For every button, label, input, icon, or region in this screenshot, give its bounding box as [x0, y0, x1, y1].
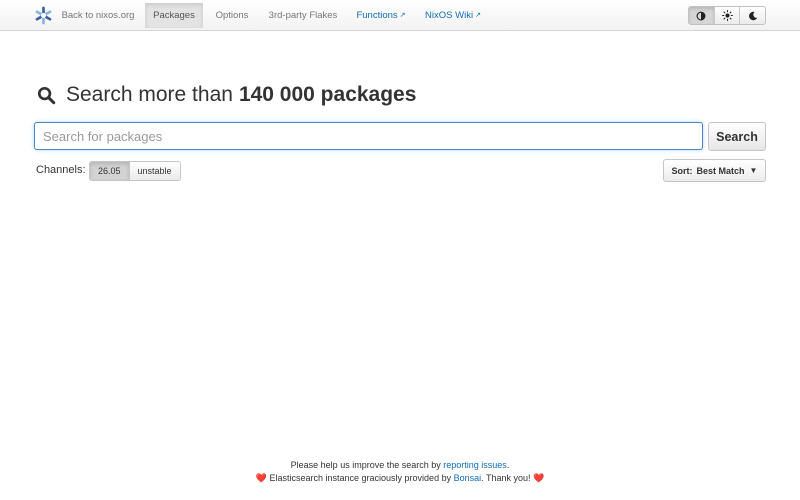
search-heading-text: Search more than [66, 83, 233, 106]
sun-icon [721, 10, 733, 21]
external-link-icon: ↗ [475, 12, 481, 19]
channel-26-05-button[interactable]: 26.05 [90, 162, 129, 180]
functions-link-label: Functions [356, 10, 398, 21]
footer-feedback-text: Please help us improve the search by [290, 460, 441, 470]
theme-switcher [688, 6, 766, 25]
top-navbar: Back to nixos.org Packages Options 3rd-p… [0, 0, 800, 31]
footer-line-feedback: Please help us improve the search by rep… [0, 459, 800, 472]
nixos-wiki-link-label: NixOS Wiki [425, 10, 474, 21]
nixos-logo-icon[interactable] [34, 6, 53, 25]
nixos-wiki-link[interactable]: NixOS Wiki ↗ [420, 3, 486, 28]
moon-icon [748, 11, 757, 20]
heart-icon: ❤️ [533, 473, 545, 483]
reporting-issues-link[interactable]: reporting issues [443, 460, 507, 470]
package-count: 140 000 packages [238, 83, 417, 106]
footer-line-credits: ❤️ Elasticsearch instance graciously pro… [0, 472, 800, 485]
functions-link[interactable]: Functions ↗ [352, 3, 410, 28]
footer-feedback-period: . [506, 460, 510, 470]
footer: Please help us improve the search by rep… [0, 459, 800, 485]
theme-dark-button[interactable] [739, 7, 765, 24]
auto-theme-icon [696, 11, 706, 20]
theme-auto-button[interactable] [689, 7, 714, 24]
search-input[interactable] [34, 122, 703, 150]
channel-unstable-button[interactable]: unstable [128, 162, 180, 180]
sort-label: Sort: [671, 165, 693, 176]
tab-packages[interactable]: Packages [145, 3, 203, 28]
page-title: Search more than 140 000 packages [37, 80, 416, 110]
channels-label: Channels: [36, 164, 86, 176]
footer-credits-thanks: . Thank you! [481, 473, 531, 483]
caret-down-icon: ▼ [749, 166, 758, 175]
footer-credits-text: Elasticsearch instance graciously provid… [269, 473, 452, 483]
heart-icon: ❤️ [255, 473, 267, 483]
theme-light-button[interactable] [713, 7, 740, 24]
back-to-nixos-link[interactable]: Back to nixos.org [56, 3, 140, 28]
search-icon [37, 86, 56, 104]
tab-options[interactable]: Options [208, 3, 256, 28]
bonsai-link[interactable]: Bonsai [454, 473, 482, 483]
search-button[interactable]: Search [708, 122, 766, 151]
channel-selector: 26.05 unstable [89, 161, 181, 181]
sort-dropdown[interactable]: Sort: Best Match ▼ [663, 159, 766, 182]
external-link-icon: ↗ [399, 12, 406, 19]
sort-value: Best Match [696, 165, 745, 176]
tab-3rd-party-flakes[interactable]: 3rd-party Flakes [264, 3, 342, 28]
